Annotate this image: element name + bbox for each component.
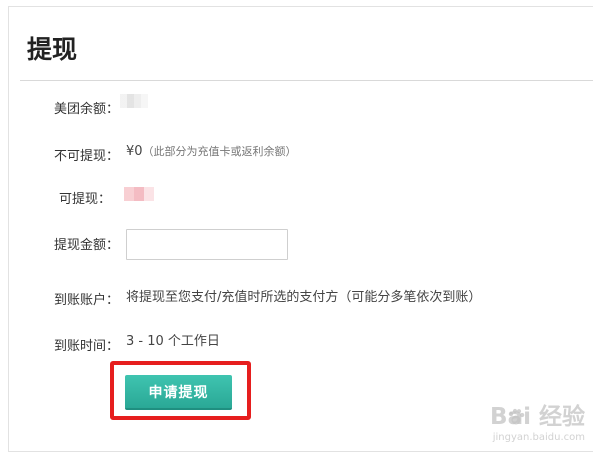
amount-label: 提现金额： <box>53 238 119 253</box>
withdraw-amount-input[interactable] <box>126 229 288 260</box>
non-withdrawable-label: 不可提现： <box>53 149 119 164</box>
withdraw-page: 提现 美团余额： 不可提现： ¥0（此部分为充值卡或返利余额） 可提现： 提现金… <box>0 0 593 470</box>
withdraw-panel <box>8 6 593 452</box>
account-value: 将提现至您支付/充值时所选的支付方（可能分多笔依次到账） <box>126 290 482 305</box>
non-withdrawable-amount: ¥0 <box>126 144 143 159</box>
arrival-time-label: 到账时间： <box>53 339 119 354</box>
non-withdrawable-value-group: ¥0（此部分为充值卡或返利余额） <box>126 143 297 161</box>
submit-withdraw-button[interactable]: 申请提现 <box>125 375 232 410</box>
withdrawable-label: 可提现： <box>58 192 111 207</box>
balance-redacted-value <box>120 94 148 108</box>
title-divider <box>20 80 593 81</box>
non-withdrawable-note: （此部分为充值卡或返利余额） <box>142 145 297 158</box>
withdrawable-redacted-value <box>124 187 154 201</box>
page-title: 提现 <box>27 35 78 64</box>
account-label: 到账账户： <box>53 293 119 308</box>
balance-label: 美团余额： <box>53 102 119 117</box>
arrival-time-value: 3 - 10 个工作日 <box>126 334 220 349</box>
